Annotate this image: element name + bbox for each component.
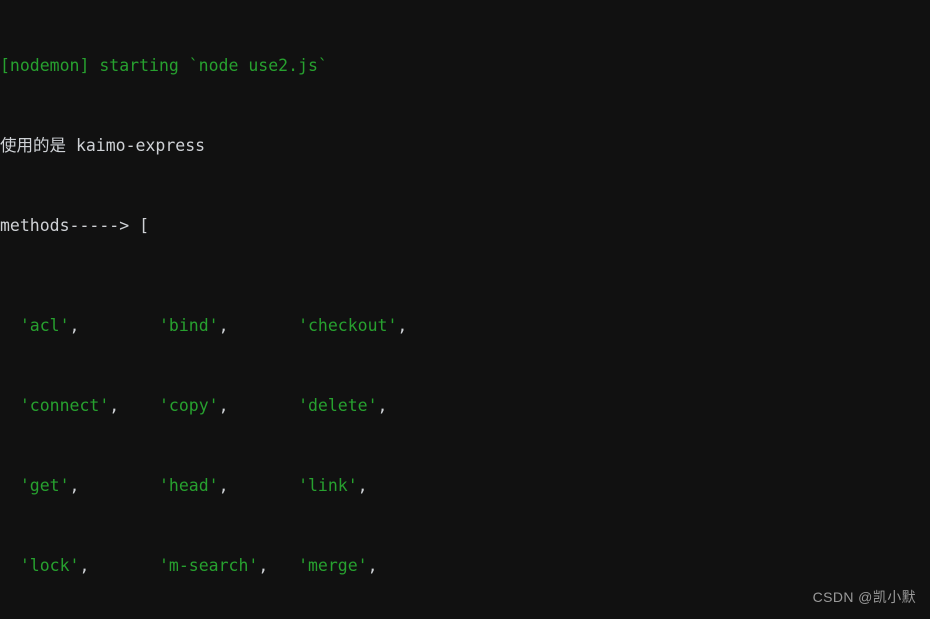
nodemon-start-text: [nodemon] starting `node use2.js` bbox=[0, 56, 328, 75]
methods-row: 'connect', 'copy', 'delete', bbox=[0, 396, 930, 416]
method-sep-col2: , bbox=[218, 396, 229, 415]
method-sep-col2: , bbox=[218, 476, 229, 495]
log-line-nodemon-start: [nodemon] starting `node use2.js` bbox=[0, 56, 930, 76]
terminal-window[interactable]: [nodemon] starting `node use2.js` 使用的是 k… bbox=[0, 0, 930, 619]
log-line-methods-header: methods-----> [ bbox=[0, 216, 930, 236]
method-name-col2: 'copy' bbox=[158, 396, 219, 415]
method-name-col1: 'acl' bbox=[19, 316, 70, 335]
method-name-col2: 'm-search' bbox=[158, 556, 259, 575]
methods-row: 'get', 'head', 'link', bbox=[0, 476, 930, 496]
method-sep-col3: , bbox=[397, 316, 408, 335]
method-sep-col1: , bbox=[69, 316, 80, 335]
method-sep-col2: , bbox=[258, 556, 269, 575]
methods-row: 'acl', 'bind', 'checkout', bbox=[0, 316, 930, 336]
methods-header-text: methods-----> [ bbox=[0, 216, 150, 235]
log-line-using-framework: 使用的是 kaimo-express bbox=[0, 136, 930, 156]
terminal-output: [nodemon] starting `node use2.js` 使用的是 k… bbox=[0, 0, 930, 619]
method-name-col1: 'lock' bbox=[19, 556, 80, 575]
method-name-col3: 'delete' bbox=[298, 396, 378, 415]
method-name-col3: 'merge' bbox=[298, 556, 368, 575]
method-name-col2: 'head' bbox=[158, 476, 219, 495]
method-sep-col3: , bbox=[367, 556, 378, 575]
method-name-col2: 'bind' bbox=[158, 316, 219, 335]
method-name-col1: 'get' bbox=[19, 476, 70, 495]
method-name-col3: 'link' bbox=[298, 476, 358, 495]
method-sep-col1: , bbox=[79, 556, 90, 575]
using-label: 使用的是 bbox=[0, 136, 76, 155]
methods-row: 'lock', 'm-search', 'merge', bbox=[0, 556, 930, 576]
method-sep-col3: , bbox=[377, 396, 388, 415]
method-sep-col1: , bbox=[69, 476, 80, 495]
method-name-col1: 'connect' bbox=[19, 396, 110, 415]
using-value: kaimo-express bbox=[75, 136, 206, 155]
method-name-col3: 'checkout' bbox=[298, 316, 398, 335]
csdn-watermark: CSDN @凯小默 bbox=[812, 589, 916, 605]
method-sep-col3: , bbox=[357, 476, 368, 495]
method-sep-col1: , bbox=[109, 396, 120, 415]
method-sep-col2: , bbox=[218, 316, 229, 335]
